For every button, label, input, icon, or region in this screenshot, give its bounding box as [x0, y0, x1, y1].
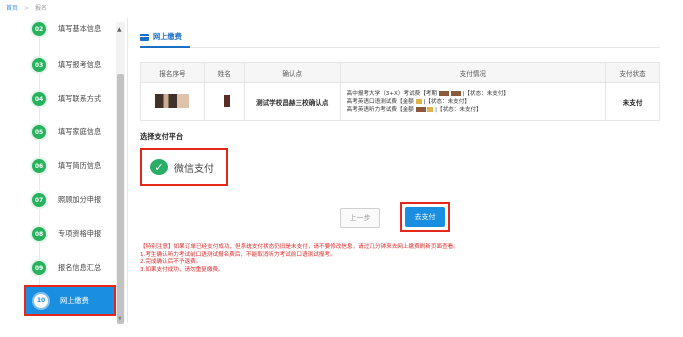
detail-line: 高中报考大学（3+X）考试费【考期 |【状态：未支付】 [346, 90, 510, 97]
step-item-08[interactable]: 08 专项资格申报 [30, 224, 101, 244]
breadcrumb-separator: > [24, 5, 30, 12]
step-label: 填写基本信息 [58, 24, 102, 33]
payment-status-cell: 未支付 [605, 82, 660, 121]
column-header: 姓名 [203, 62, 245, 83]
wechat-logo-icon: ✓ [150, 159, 168, 175]
step-number-badge: 10 [32, 291, 50, 310]
notice-line: 3.如果支付成功，请勿重复缴费。 [140, 266, 224, 273]
tab-online-payment[interactable]: 网上缴费 [140, 26, 660, 48]
redacted-block [224, 94, 231, 107]
payment-table: 报名序号 姓名 确认点 支付情况 支付状态 测试学校昌赫三校确认点 高中报考大学… [140, 62, 660, 121]
step-number-badge: 03 [30, 56, 48, 74]
step-item-07[interactable]: 07 照顾加分申报 [30, 190, 101, 210]
redacted-block [438, 90, 449, 96]
redacted-block [155, 93, 190, 108]
step-label: 专项资格申报 [58, 229, 102, 238]
step-label: 填写报考信息 [58, 60, 102, 69]
payment-platform-title: 选择支付平台 [140, 132, 184, 141]
registration-number-redacted [140, 82, 205, 121]
breadcrumb: 首页 > 报名 [6, 3, 47, 12]
step-item-06[interactable]: 06 填写简历信息 [30, 156, 101, 176]
detail-line: 高考英语听力考试费【金额 |【状态：未支付】 [346, 106, 482, 113]
redacted-block [415, 98, 422, 104]
redacted-block [450, 90, 461, 96]
step-number-badge: 09 [30, 259, 48, 277]
confirm-point-cell: 测试学校昌赫三校确认点 [243, 82, 341, 121]
step-number-badge: 05 [30, 123, 48, 141]
step-item-10-active[interactable]: 10 网上缴费 [24, 285, 116, 316]
step-label: 填写家庭信息 [58, 127, 102, 136]
wechat-pay-label: 微信支付 [174, 163, 214, 175]
step-label: 填写联系方式 [58, 94, 102, 103]
scroll-up-arrow-icon[interactable]: ▲ [117, 26, 122, 33]
scrollbar-thumb[interactable] [117, 74, 124, 324]
payment-panel: 网上缴费 报名序号 姓名 确认点 支付情况 支付状态 测试学校昌赫三校确认点 高… [132, 18, 667, 323]
step-item-04[interactable]: 04 填写联系方式 [30, 89, 101, 109]
notice-line: 【特别注意】如果订单已经支付成功，但系统支付状态仍旧是未支付，请不要修改信息，请… [140, 244, 459, 250]
step-number-badge: 04 [30, 90, 48, 108]
step-number-badge: 07 [30, 191, 48, 209]
redacted-block [427, 106, 434, 112]
column-header: 支付状态 [605, 62, 660, 83]
column-header: 支付情况 [339, 62, 607, 83]
step-item-05[interactable]: 05 填写家庭信息 [30, 122, 101, 142]
detail-line: 高考英语口语测试费【金额 |【状态：未支付】 [346, 98, 470, 105]
go-pay-button[interactable]: 去支付 [405, 207, 445, 227]
tab-bar: 网上缴费 [140, 26, 660, 48]
tab-label: 网上缴费 [153, 32, 182, 41]
breadcrumb-home-link[interactable]: 首页 [6, 5, 18, 12]
sidebar-steps: 02 填写基本信息 03 填写报考信息 04 填写联系方式 05 填写家庭信息 … [24, 18, 128, 323]
step-number-badge: 08 [30, 225, 48, 243]
table-header-row: 报名序号 姓名 确认点 支付情况 支付状态 [140, 62, 660, 83]
payment-detail-cell: 高中报考大学（3+X）考试费【考期 |【状态：未支付】 高考英语口语测试费【金额… [339, 82, 607, 121]
breadcrumb-current: 报名 [35, 5, 48, 12]
credit-card-icon [140, 33, 149, 41]
column-header: 报名序号 [140, 62, 205, 83]
previous-step-button[interactable]: 上一步 [340, 208, 380, 228]
step-label: 报名信息汇总 [58, 263, 102, 272]
step-number-badge: 02 [30, 20, 48, 38]
step-item-03[interactable]: 03 填写报考信息 [30, 55, 101, 75]
wechat-pay-option[interactable]: ✓ 微信支付 [140, 148, 228, 186]
scroll-down-arrow-icon[interactable]: ▼ [118, 316, 122, 322]
payment-notice: 【特别注意】如果订单已经支付成功，但系统支付状态仍旧是未支付，请不要修改信息，请… [140, 244, 650, 274]
step-label: 填写简历信息 [58, 161, 102, 170]
step-item-09[interactable]: 09 报名信息汇总 [30, 258, 101, 278]
redacted-block [415, 106, 426, 112]
step-number-badge: 06 [30, 157, 48, 175]
name-redacted [203, 82, 245, 121]
notice-line: 1.考生确认听力考试前口语测试报名费后，不能取消听力考试前口语测试报考。 [140, 251, 336, 258]
tab-active-underline [140, 46, 190, 48]
column-header: 确认点 [243, 62, 341, 83]
notice-line: 2.完成确认后不予退费。 [140, 259, 202, 266]
table-row: 测试学校昌赫三校确认点 高中报考大学（3+X）考试费【考期 |【状态：未支付】 … [140, 82, 660, 121]
step-label: 网上缴费 [60, 295, 89, 305]
step-item-02[interactable]: 02 填写基本信息 [30, 19, 101, 39]
step-label: 照顾加分申报 [58, 195, 102, 204]
sidebar-scrollbar[interactable]: ▲ ▼ [116, 22, 125, 324]
pay-button-highlight: 去支付 [400, 202, 450, 232]
